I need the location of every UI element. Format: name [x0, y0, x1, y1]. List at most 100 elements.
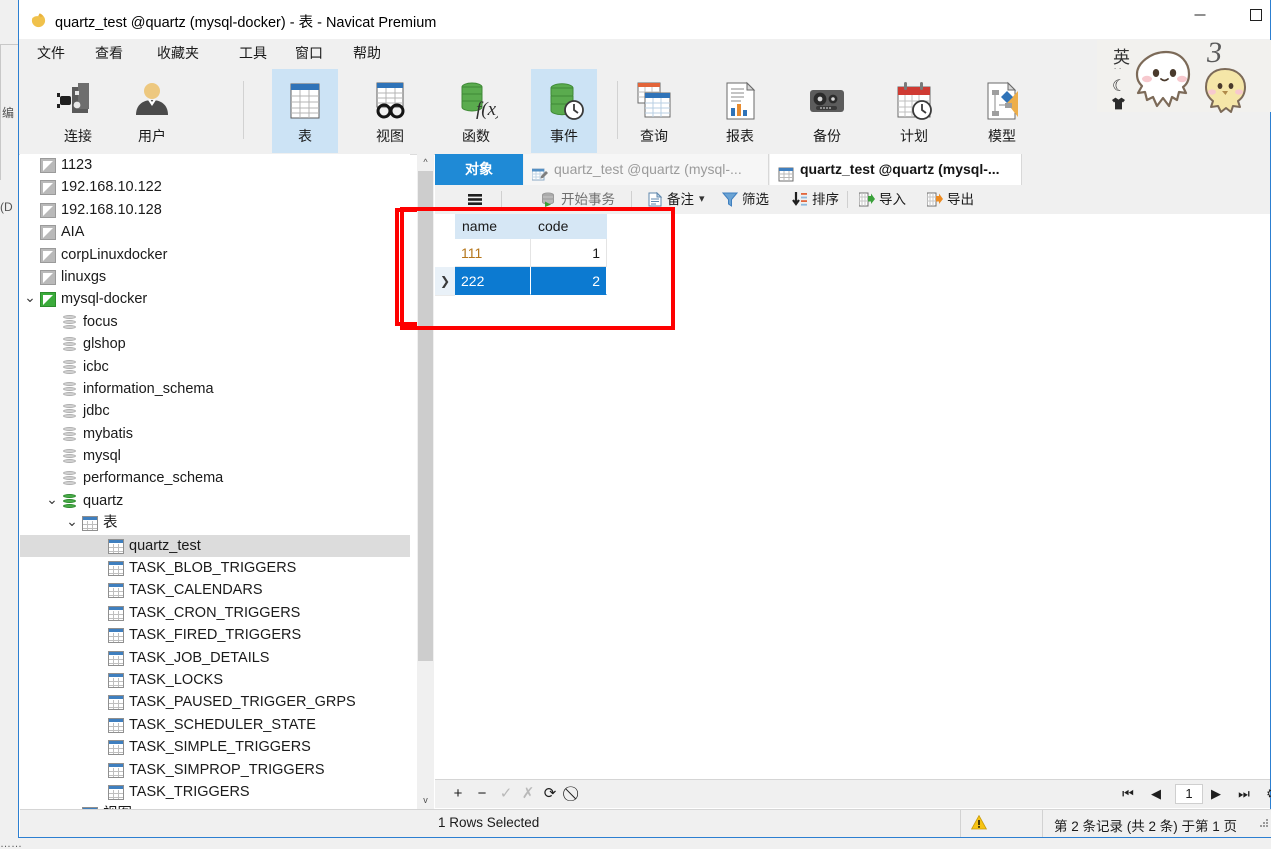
toolbar-connection[interactable]: 连接 [45, 69, 111, 153]
toolbar-view[interactable]: 视图 [357, 69, 423, 153]
tree-node[interactable]: ⌄ 表 [20, 512, 410, 534]
ime-moon-icon[interactable]: ☾ [1112, 76, 1126, 96]
grid-cell[interactable]: 222 [455, 267, 531, 295]
tree-node[interactable]: TASK_CALENDARS [20, 579, 410, 601]
tree-node[interactable]: mysql [20, 445, 410, 467]
tree-node[interactable]: ⌄ mysql-docker [20, 288, 410, 310]
note-dropdown-caret-icon[interactable]: ▾ [699, 189, 705, 210]
tree-node[interactable]: glshop [20, 333, 410, 355]
toolbar-query[interactable]: 查询 [621, 69, 687, 153]
tree-node[interactable]: quartz_test [20, 534, 410, 558]
table-row[interactable]: 111 1 [435, 239, 1270, 268]
table-icon [108, 784, 124, 800]
sidebar-scroll-thumb[interactable] [418, 171, 433, 661]
row-indicator[interactable] [435, 239, 455, 268]
tree-node[interactable]: 192.168.10.128 [20, 199, 410, 221]
import-icon [858, 192, 875, 207]
sidebar-scroll-up-icon[interactable]: ^ [417, 154, 434, 171]
resize-grip-icon[interactable] [1257, 818, 1269, 830]
tab-designer[interactable]: quartz_test @quartz (mysql-... [524, 154, 769, 185]
maximize-button[interactable] [1233, 0, 1271, 30]
tree-node-label: TASK_BLOB_TRIGGERS [129, 560, 297, 577]
menu-favorites[interactable]: 收藏夹 [153, 43, 203, 63]
toolbar-report[interactable]: 报表 [707, 69, 773, 153]
sidebar-scroll-down-icon[interactable]: v [417, 792, 434, 809]
column-header[interactable]: name [455, 214, 531, 239]
stop-button[interactable]: ⃠ [565, 784, 583, 804]
grid-cell[interactable]: 1 [531, 239, 607, 267]
add-record-button[interactable]: + [449, 784, 467, 804]
tree-node[interactable]: ⌄ quartz [20, 490, 410, 512]
view-icon [368, 79, 412, 123]
data-grid[interactable]: name code 111 1 ❯ 222 2 [435, 214, 1270, 779]
page-number-input[interactable]: 1 [1175, 784, 1203, 804]
column-header[interactable]: code [531, 214, 607, 239]
menu-tools[interactable]: 工具 [235, 43, 271, 63]
tree-node[interactable]: TASK_SCHEDULER_STATE [20, 714, 410, 736]
tree-node[interactable]: focus [20, 311, 410, 333]
database-icon [62, 449, 78, 464]
ime-floating-bar[interactable]: 英 ˙˙ ☾ 3 [1097, 36, 1271, 114]
chevron-down-icon[interactable]: ⌄ [45, 490, 59, 508]
sidebar-scrollbar[interactable]: ^ v [417, 154, 434, 809]
tree-node[interactable]: TASK_CRON_TRIGGERS [20, 602, 410, 624]
tree-node[interactable]: performance_schema [20, 467, 410, 489]
tree-node[interactable]: 192.168.10.122 [20, 176, 410, 198]
grid-settings-button[interactable]: ⚙ [1263, 784, 1271, 804]
row-indicator[interactable]: ❯ [435, 267, 455, 296]
tree-node[interactable]: TASK_JOB_DETAILS [20, 647, 410, 669]
tree-node[interactable]: jdbc [20, 400, 410, 422]
tree-node[interactable]: linuxgs [20, 266, 410, 288]
menu-view[interactable]: 查看 [91, 43, 127, 63]
title-bar[interactable]: quartz_test @quartz (mysql-docker) - 表 -… [19, 0, 1270, 40]
previous-page-button[interactable]: ◀ [1147, 784, 1165, 804]
tree-node[interactable]: TASK_LOCKS [20, 669, 410, 691]
tree-node[interactable]: TASK_SIMPLE_TRIGGERS [20, 736, 410, 758]
filter-button-label: 筛选 [742, 192, 769, 207]
tree-node[interactable]: icbc [20, 356, 410, 378]
connection-tree[interactable]: 1123 192.168.10.122 192.168.10.128 AIA corpL… [20, 154, 410, 809]
next-page-button[interactable]: ▶ [1207, 784, 1225, 804]
toolbar-model[interactable]: 模型 [969, 69, 1035, 153]
tree-node[interactable]: TASK_PAUSED_TRIGGER_GRPS [20, 691, 410, 713]
grid-cell[interactable]: 2 [531, 267, 607, 295]
chevron-down-icon[interactable]: ⌄ [65, 512, 79, 530]
menu-file[interactable]: 文件 [33, 43, 69, 63]
minimize-button[interactable] [1177, 0, 1223, 30]
tree-node[interactable]: TASK_FIRED_TRIGGERS [20, 624, 410, 646]
tab-objects[interactable]: 对象 [435, 154, 523, 185]
toolbar-event[interactable]: 事件 [531, 69, 597, 153]
toolbar-backup[interactable]: 备份 [794, 69, 860, 153]
grid-cell[interactable]: 111 [455, 239, 531, 267]
tree-node[interactable]: information_schema [20, 378, 410, 400]
tree-node[interactable]: 1123 [20, 154, 410, 176]
warning-icon[interactable] [970, 814, 988, 834]
toolbar-table[interactable]: 表 [272, 69, 338, 153]
tree-node[interactable]: corpLinuxdocker [20, 244, 410, 266]
refresh-button[interactable]: ⟳ [541, 784, 559, 804]
chevron-down-icon[interactable]: ⌄ [23, 288, 37, 306]
tab-data[interactable]: quartz_test @quartz (mysql-... [770, 154, 1022, 185]
last-page-button[interactable]: ⏭ [1235, 784, 1253, 804]
database-icon [62, 381, 78, 397]
delete-record-button[interactable]: − [473, 784, 491, 804]
tree-node[interactable]: TASK_BLOB_TRIGGERS [20, 557, 410, 579]
grid-corner-cell[interactable] [435, 214, 455, 240]
apply-changes-button[interactable]: ✓ [497, 784, 515, 804]
tree-node[interactable]: TASK_SIMPROP_TRIGGERS [20, 759, 410, 781]
toolbar-function[interactable]: f(x) 函数 [443, 69, 509, 153]
tree-node[interactable]: AIA [20, 221, 410, 243]
cancel-changes-button[interactable]: ✗ [519, 784, 537, 804]
tree-node-label: 192.168.10.122 [61, 179, 162, 196]
table-row[interactable]: ❯ 222 2 [435, 267, 1270, 296]
grid-menu-icon [467, 192, 483, 207]
tree-node-label: glshop [83, 336, 126, 353]
menu-window[interactable]: 窗口 [291, 43, 327, 63]
toolbar-user[interactable]: 用户 [119, 69, 185, 153]
tree-node[interactable]: TASK_TRIGGERS [20, 781, 410, 803]
toolbar-schedule[interactable]: 计划 [881, 69, 947, 153]
tree-node[interactable]: mybatis [20, 423, 410, 445]
first-page-button[interactable]: ⏮ [1119, 784, 1137, 804]
ime-skin-icon[interactable] [1111, 97, 1126, 114]
menu-help[interactable]: 帮助 [349, 43, 385, 63]
